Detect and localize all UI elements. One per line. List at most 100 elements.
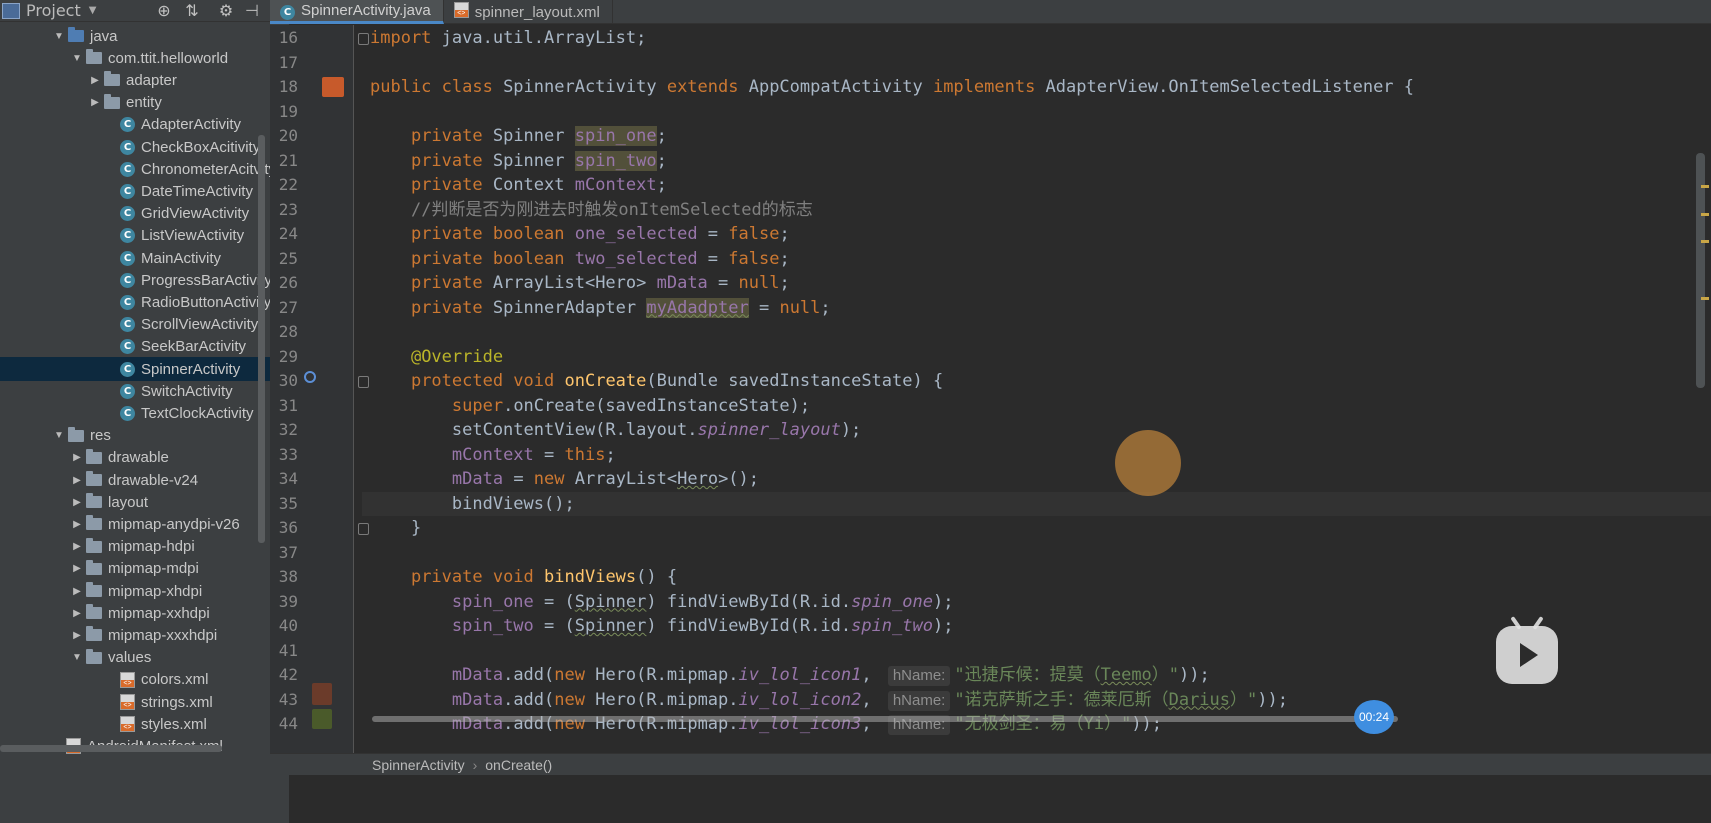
expand-arrow-icon[interactable]: ▼ <box>52 31 66 42</box>
code-line[interactable] <box>370 51 1711 75</box>
video-progress-bar[interactable] <box>372 716 1398 722</box>
tree-item[interactable]: ▼ values <box>0 646 279 670</box>
project-horizontal-scrollbar[interactable] <box>0 745 222 752</box>
code-line[interactable]: private Context mContext; <box>370 173 1711 197</box>
expand-arrow-icon[interactable]: ▼ <box>52 430 66 441</box>
code-line[interactable]: } <box>370 516 1711 540</box>
breadcrumb-class[interactable]: SpinnerActivity <box>372 757 465 773</box>
code-line[interactable]: private ArrayList<Hero> mData = null; <box>370 271 1711 295</box>
code-line[interactable]: @Override <box>370 345 1711 369</box>
collapse-arrow-icon[interactable]: ▶ <box>70 563 84 574</box>
tree-item[interactable]: C MainActivity <box>0 246 279 270</box>
tree-item[interactable]: styles.xml <box>0 712 279 736</box>
code-line[interactable]: public class SpinnerActivity extends App… <box>370 75 1711 99</box>
error-stripe-marker[interactable] <box>1701 185 1709 188</box>
code-line[interactable] <box>370 100 1711 124</box>
tree-item[interactable]: C TextClockActivity <box>0 401 279 425</box>
tree-item[interactable]: C ChronometerAcitvity <box>0 157 279 181</box>
collapse-arrow-icon[interactable]: ▶ <box>70 475 84 486</box>
expand-arrow-icon[interactable]: ▼ <box>70 53 84 64</box>
play-button[interactable] <box>1496 616 1558 684</box>
collapse-arrow-icon[interactable]: ▶ <box>70 630 84 641</box>
tree-item[interactable]: ▼ java <box>0 24 279 48</box>
tree-item[interactable]: ▶ mipmap-xxxhdpi <box>0 623 279 647</box>
collapse-arrow-icon[interactable]: ▶ <box>70 586 84 597</box>
tree-item[interactable]: C SeekBarActivity <box>0 335 279 359</box>
expand-arrow-icon[interactable]: ▼ <box>70 652 84 663</box>
collapse-arrow-icon[interactable]: ▶ <box>70 497 84 508</box>
code-line[interactable]: private Spinner spin_one; <box>370 124 1711 148</box>
tree-item[interactable]: C AdapterActivity <box>0 113 279 137</box>
collapse-arrow-icon[interactable]: ▶ <box>70 452 84 463</box>
tree-item[interactable]: ▼ res <box>0 424 279 448</box>
project-title[interactable]: Project <box>26 1 81 20</box>
tree-item[interactable]: ▶ mipmap-hdpi <box>0 535 279 559</box>
tab-spinner-activity-java[interactable]: C SpinnerActivity.java <box>270 0 444 24</box>
tree-item[interactable]: C SwitchActivity <box>0 379 279 403</box>
collapse-arrow-icon[interactable]: ▶ <box>88 97 102 108</box>
code-line[interactable]: private SpinnerAdapter myAdadpter = null… <box>370 296 1711 320</box>
tree-item[interactable]: C GridViewActivity <box>0 202 279 226</box>
tree-item[interactable]: ▶ drawable-v24 <box>0 468 279 492</box>
line-number: 37 <box>278 542 298 562</box>
collapse-arrow-icon[interactable]: ▶ <box>88 75 102 86</box>
chevron-down-icon[interactable]: ▼ <box>89 5 97 16</box>
tree-item[interactable]: ▶ mipmap-xhdpi <box>0 579 279 603</box>
code-line[interactable]: mData = new ArrayList<Hero>(); <box>370 467 1711 491</box>
code-line[interactable]: //判断是否为刚进去时触发onItemSelected的标志 <box>370 198 1711 222</box>
breadcrumb-method[interactable]: onCreate() <box>485 757 552 773</box>
target-icon[interactable]: ⊕ <box>154 1 174 21</box>
tree-item[interactable]: ▶ mipmap-xxhdpi <box>0 601 279 625</box>
tree-item[interactable]: ▶ adapter <box>0 68 279 92</box>
code-line[interactable]: private boolean one_selected = false; <box>370 222 1711 246</box>
line-gutter[interactable]: 16 17 18 19 20 21 22 23 24 25 26 27 28 29 30 31 32 33 34 35… <box>270 25 369 753</box>
collapse-settings-icon[interactable]: ⇅ <box>182 1 202 21</box>
code-line[interactable]: mData.add(new Hero(R.mipmap.iv_lol_icon2… <box>370 688 1711 712</box>
editor-scrollbar[interactable] <box>1696 153 1705 388</box>
tree-item[interactable]: ▶ mipmap-mdpi <box>0 557 279 581</box>
code-line[interactable]: bindViews(); <box>362 491 1711 516</box>
tab-spinner-layout-xml[interactable]: spinner_layout.xml <box>444 0 613 24</box>
error-stripe-marker[interactable] <box>1701 213 1709 216</box>
tree-item[interactable]: colors.xml <box>0 668 279 692</box>
tree-item[interactable]: C DateTimeActivity <box>0 179 279 203</box>
code-line[interactable]: private Spinner spin_two; <box>370 149 1711 173</box>
code-line[interactable] <box>370 541 1711 565</box>
code-line[interactable]: setContentView(R.layout.spinner_layout); <box>370 418 1711 442</box>
tree-item[interactable]: ▼ com.ttit.helloworld <box>0 46 279 70</box>
error-stripe-marker[interactable] <box>1701 297 1709 300</box>
collapse-arrow-icon[interactable]: ▶ <box>70 519 84 530</box>
code-line[interactable]: mContext = this; <box>370 443 1711 467</box>
code-line[interactable]: spin_one = (Spinner) findViewById(R.id.s… <box>370 590 1711 614</box>
code-line[interactable]: private boolean two_selected = false; <box>370 247 1711 271</box>
tree-item-label: mipmap-xxxhdpi <box>108 626 218 644</box>
fold-marker-icon[interactable] <box>358 33 369 45</box>
tree-item[interactable]: ▶ drawable <box>0 446 279 470</box>
fold-marker-icon[interactable] <box>358 523 369 535</box>
tree-item[interactable]: C RadioButtonActivity <box>0 290 279 314</box>
tree-item[interactable]: C SpinnerActivity <box>0 357 279 381</box>
tree-item[interactable]: strings.xml <box>0 690 279 714</box>
layout-file-icon[interactable] <box>322 77 344 97</box>
fold-marker-icon[interactable] <box>358 376 369 388</box>
gear-icon[interactable]: ⚙ <box>216 1 236 21</box>
error-stripe-marker[interactable] <box>1701 240 1709 243</box>
collapse-arrow-icon[interactable]: ▶ <box>70 608 84 619</box>
collapse-arrow-icon[interactable]: ▶ <box>70 541 84 552</box>
code-line[interactable] <box>370 320 1711 344</box>
tree-item[interactable]: C ProgressBarActivity <box>0 268 279 292</box>
code-line[interactable]: import java.util.ArrayList; <box>370 26 1711 50</box>
code-editor[interactable]: 16 17 18 19 20 21 22 23 24 25 26 27 28 29 30 31 32 33 34 35… <box>270 25 1711 753</box>
code-line[interactable]: private void bindViews() { <box>370 565 1711 589</box>
tree-item[interactable]: C ListViewActivity <box>0 224 279 248</box>
tree-item[interactable]: C ScrollViewActivity <box>0 313 279 337</box>
code-line[interactable]: protected void onCreate(Bundle savedInst… <box>370 369 1711 393</box>
tree-item[interactable]: C CheckBoxAcitivity <box>0 135 279 159</box>
tree-item[interactable]: ▶ layout <box>0 490 279 514</box>
hide-panel-icon[interactable]: ⊣ <box>242 1 262 21</box>
override-method-icon[interactable] <box>304 371 316 383</box>
tree-item[interactable]: ▶ entity <box>0 91 279 115</box>
code-line[interactable]: super.onCreate(savedInstanceState); <box>370 394 1711 418</box>
project-scrollbar[interactable] <box>258 135 265 543</box>
tree-item[interactable]: ▶ mipmap-anydpi-v26 <box>0 512 279 536</box>
